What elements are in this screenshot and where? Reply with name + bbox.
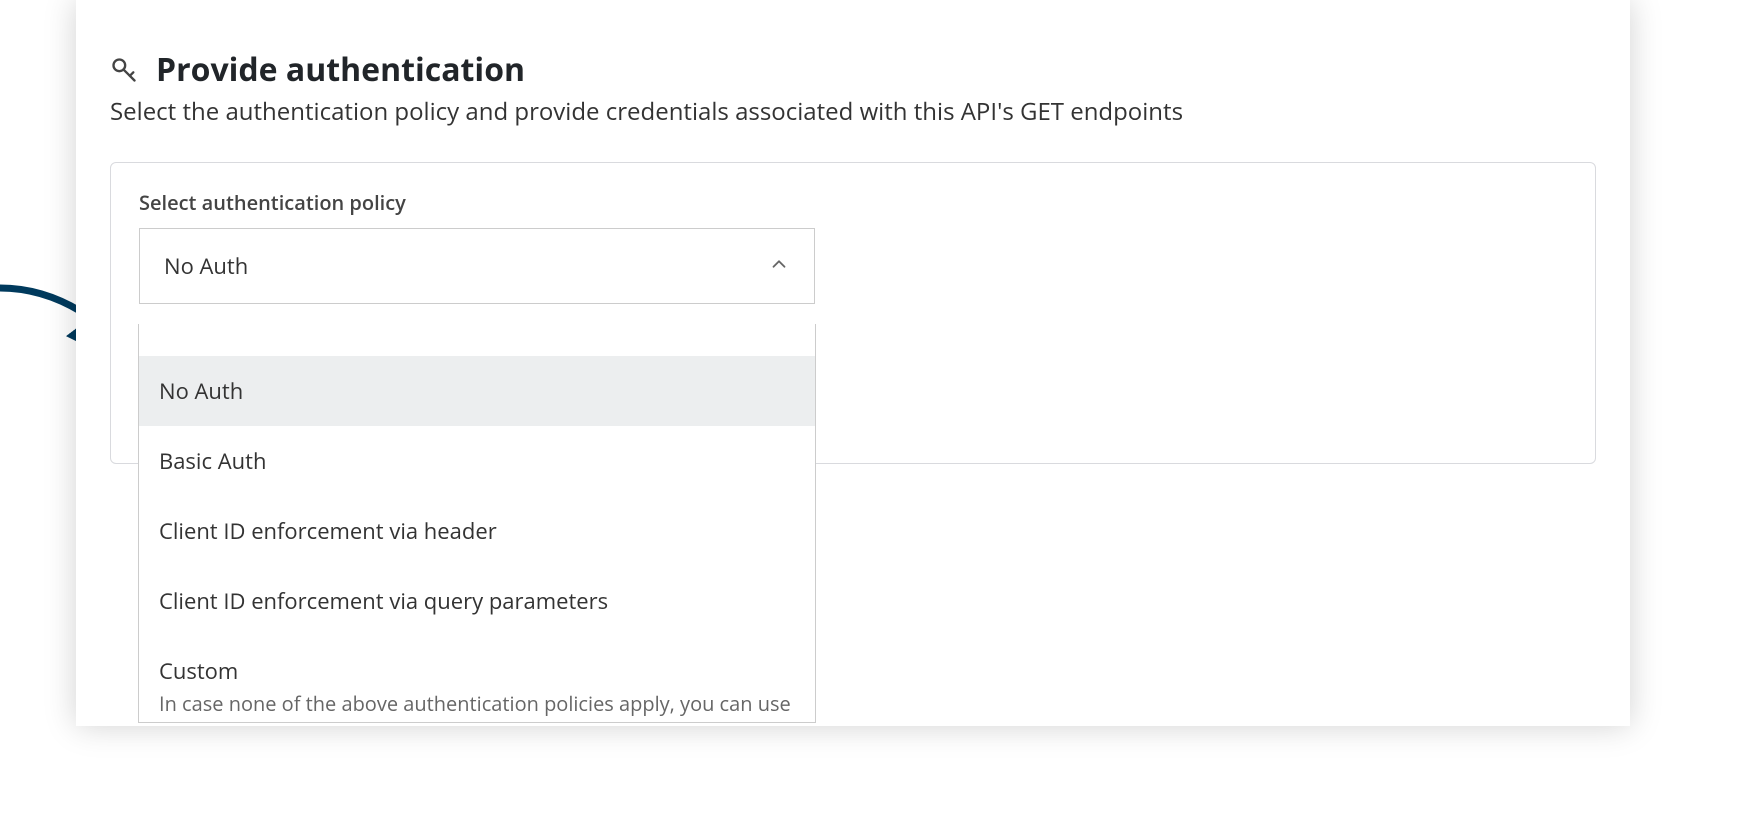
section-title: Provide authentication — [156, 48, 525, 91]
option-client-id-query[interactable]: Client ID enforcement via query paramete… — [139, 566, 815, 636]
option-no-auth[interactable]: No Auth — [139, 356, 815, 426]
auth-policy-dropdown: No Auth Basic Auth Client ID enforcement… — [138, 324, 816, 723]
key-icon — [110, 56, 138, 84]
policy-field-label: Select authentication policy — [139, 189, 1567, 216]
auth-policy-selected-value: No Auth — [164, 251, 248, 281]
option-client-id-header[interactable]: Client ID enforcement via header — [139, 496, 815, 566]
option-custom[interactable]: Custom — [139, 636, 815, 690]
option-custom-desc: In case none of the above authentication… — [139, 690, 815, 723]
option-basic-auth[interactable]: Basic Auth — [139, 426, 815, 496]
auth-policy-select[interactable]: No Auth — [139, 228, 815, 304]
section-subtitle: Select the authentication policy and pro… — [110, 95, 1596, 128]
chevron-up-icon — [768, 253, 790, 280]
option-blank[interactable] — [139, 324, 815, 356]
